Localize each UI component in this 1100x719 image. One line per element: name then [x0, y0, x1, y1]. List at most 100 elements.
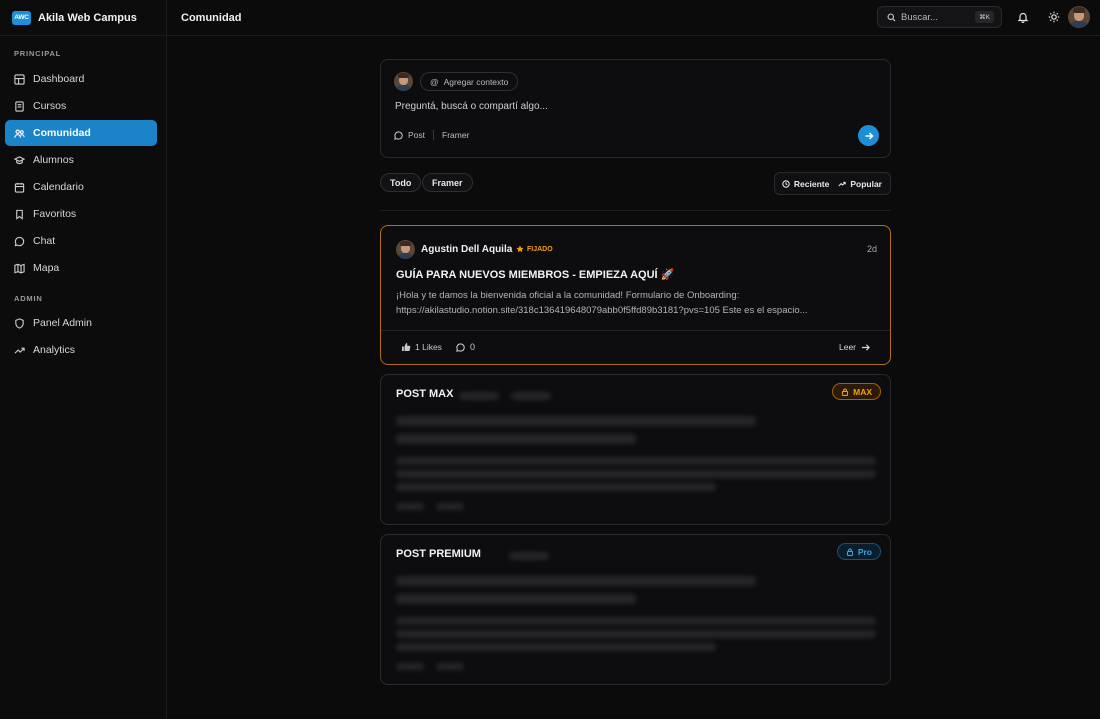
sidebar: AWC Akila Web Campus PRINCIPAL Dashboard…	[0, 0, 167, 719]
likes-count: 1 Likes	[415, 342, 442, 352]
app-name: Akila Web Campus	[38, 11, 137, 24]
blurred-content	[509, 552, 549, 560]
excerpt-line: https://akilastudio.notion.site/318c1364…	[396, 304, 808, 316]
sidebar-item-dashboard[interactable]: Dashboard	[5, 66, 157, 92]
sun-icon[interactable]	[1048, 11, 1060, 23]
user-avatar[interactable]	[1068, 6, 1090, 28]
blurred-content	[436, 503, 464, 510]
pinned-badge: FIJADO	[516, 245, 553, 253]
blurred-content	[396, 503, 424, 510]
post-title[interactable]: GUÍA PARA NUEVOS MIEMBROS - EMPIEZA AQUÍ…	[396, 268, 674, 281]
post-type-selector[interactable]: Post	[408, 130, 425, 140]
sidebar-item-label: Dashboard	[33, 73, 85, 85]
sidebar-item-mapa[interactable]: Mapa	[5, 255, 157, 281]
sidebar-item-alumnos[interactable]: Alumnos	[5, 147, 157, 173]
post-author[interactable]: Agustin Dell Aquila	[421, 244, 512, 255]
comments-button[interactable]: 0	[456, 342, 475, 352]
section-label-admin: ADMIN	[14, 294, 43, 303]
sidebar-item-label: Panel Admin	[33, 317, 92, 329]
pinned-post-card[interactable]: Agustin Dell Aquila FIJADO 2d GUÍA PARA …	[380, 225, 891, 365]
sidebar-item-label: Analytics	[33, 344, 76, 356]
blurred-content	[511, 392, 551, 400]
blurred-content	[459, 392, 499, 400]
locked-post-card[interactable]: POST MAX MAX	[380, 374, 891, 525]
post-type-icon	[394, 130, 403, 140]
filter-tab-todo[interactable]: Todo	[380, 173, 422, 192]
feed-filters: Todo Framer Reciente Popular	[380, 172, 891, 195]
tier-badge-max: MAX	[832, 383, 881, 400]
comments-count: 0	[470, 342, 476, 352]
chat-bubble-icon	[14, 236, 25, 246]
excerpt-line: ¡Hola y te damos la bienvenida oficial a…	[396, 290, 740, 301]
post-time: 2d	[866, 244, 877, 254]
sidebar-item-chat[interactable]: Chat	[5, 228, 157, 254]
blurred-content	[396, 434, 636, 444]
like-button[interactable]: 1 Likes	[401, 342, 442, 352]
blurred-content	[396, 470, 876, 478]
tier-label: MAX	[853, 386, 872, 397]
sidebar-item-calendario[interactable]: Calendario	[5, 174, 157, 200]
book-icon	[15, 100, 24, 112]
people-icon	[14, 128, 25, 138]
lock-icon	[846, 548, 853, 556]
add-context-label: Agregar contexto	[443, 76, 509, 87]
post-excerpt: ¡Hola y te damos la bienvenida oficial a…	[396, 289, 866, 318]
channel-selector[interactable]: Framer	[442, 130, 469, 140]
sort-popular-button[interactable]: Popular	[838, 179, 882, 189]
blurred-content	[396, 457, 876, 465]
read-more-link[interactable]: Leer	[839, 342, 870, 352]
calendar-icon	[14, 182, 25, 193]
sidebar-item-label: Alumnos	[33, 154, 74, 166]
blurred-content	[396, 663, 424, 670]
dashboard-icon	[14, 73, 25, 85]
brand[interactable]: AWC Akila Web Campus	[0, 0, 166, 36]
send-button[interactable]	[858, 125, 879, 146]
sidebar-item-cursos[interactable]: Cursos	[5, 93, 157, 119]
divider	[380, 210, 891, 211]
blurred-content	[396, 416, 756, 426]
bell-icon[interactable]	[1017, 11, 1029, 23]
sidebar-item-comunidad[interactable]: Comunidad	[5, 120, 157, 146]
filter-tab-framer[interactable]: Framer	[422, 173, 473, 192]
search-shortcut: ⌘K	[975, 11, 994, 23]
blurred-content	[396, 630, 876, 638]
read-more-label: Leer	[838, 342, 856, 352]
bookmark-icon	[16, 209, 23, 220]
locked-post-card[interactable]: POST PREMIUM Pro	[380, 534, 891, 685]
sidebar-item-label: Mapa	[33, 262, 60, 274]
composer-tools: Post Framer	[394, 130, 469, 140]
sort-toggle: Reciente Popular	[773, 172, 891, 195]
sort-popular-label: Popular	[850, 178, 882, 189]
blurred-content	[396, 617, 876, 625]
graduation-cap-icon	[14, 155, 25, 164]
sidebar-item-label: Comunidad	[33, 127, 91, 139]
divider	[433, 130, 435, 140]
pinned-label: FIJADO	[527, 245, 553, 253]
app-logo: AWC	[12, 10, 31, 25]
sidebar-item-analytics[interactable]: Analytics	[5, 337, 157, 363]
sidebar-item-panel-admin[interactable]: Panel Admin	[5, 310, 157, 336]
sidebar-item-label: Favoritos	[33, 208, 77, 220]
post-composer: @ Agregar contexto Preguntá, buscá o com…	[380, 59, 891, 158]
thumbs-up-icon	[402, 343, 411, 351]
admin-nav: Panel Admin Analytics	[0, 310, 166, 363]
composer-input[interactable]: Preguntá, buscá o compartí algo...	[395, 101, 548, 112]
search-input[interactable]: Buscar... ⌘K	[877, 6, 1002, 28]
trending-up-icon	[838, 181, 847, 186]
sidebar-item-favoritos[interactable]: Favoritos	[5, 201, 157, 227]
divider	[381, 330, 890, 331]
at-icon: @	[430, 76, 439, 87]
topbar: Comunidad Buscar... ⌘K	[167, 0, 1100, 36]
add-context-button[interactable]: @ Agregar contexto	[420, 72, 519, 91]
sidebar-item-label: Calendario	[33, 181, 84, 193]
sort-recent-label: Reciente	[793, 178, 830, 189]
chat-bubble-icon	[456, 342, 465, 352]
sort-recent-button[interactable]: Reciente	[782, 179, 829, 189]
sidebar-item-label: Chat	[33, 235, 56, 247]
post-title: POST PREMIUM	[396, 548, 481, 560]
arrow-right-icon	[861, 343, 870, 351]
post-title: POST MAX	[396, 388, 454, 400]
shield-icon	[15, 317, 24, 329]
sidebar-item-label: Cursos	[33, 100, 67, 112]
blurred-content	[396, 576, 756, 586]
